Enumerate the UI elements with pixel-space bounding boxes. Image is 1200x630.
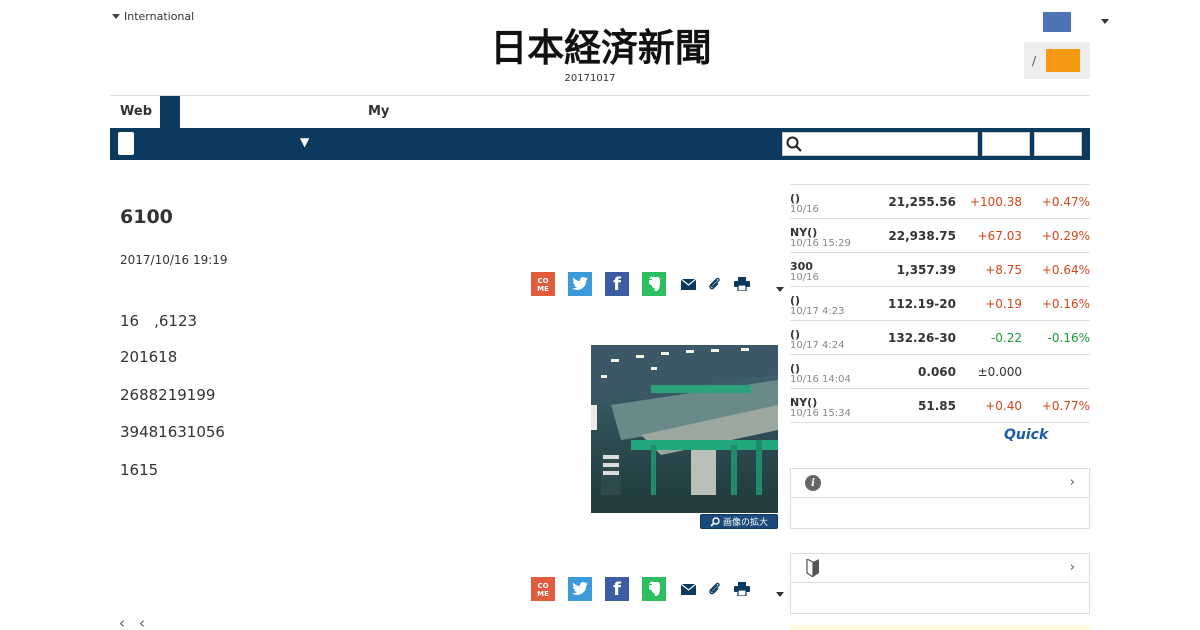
article-date: 2017/10/16 19:19 bbox=[120, 253, 228, 267]
market-change: +0.40 bbox=[985, 399, 1022, 413]
mail-icon[interactable] bbox=[679, 580, 697, 598]
edition-selector[interactable]: International bbox=[112, 10, 194, 23]
market-value: 21,255.56 bbox=[888, 195, 956, 209]
evernote-icon[interactable] bbox=[642, 272, 666, 296]
zoom-image-button[interactable]: 画像の拡大 bbox=[700, 514, 778, 529]
tab-my[interactable]: My bbox=[368, 96, 389, 128]
market-change: +100.38 bbox=[969, 195, 1022, 209]
tab-active-indicator[interactable] bbox=[160, 96, 180, 128]
evernote-icon[interactable] bbox=[642, 577, 666, 601]
mail-icon[interactable] bbox=[679, 275, 697, 293]
print-icon[interactable] bbox=[733, 580, 751, 598]
facebook-icon[interactable]: f bbox=[605, 272, 629, 296]
header-divider bbox=[110, 95, 1090, 96]
come-icon[interactable]: CO ME bbox=[531, 577, 555, 601]
article-paragraph: 16 ,6123 bbox=[120, 312, 198, 330]
market-value: 132.26-30 bbox=[888, 331, 956, 345]
market-time: 10/16 15:34 bbox=[790, 408, 851, 419]
search-submit-button[interactable] bbox=[982, 132, 1030, 156]
market-row[interactable]: NY() 10/16 15:34 51.85 +0.40 +0.77% bbox=[790, 389, 1090, 423]
info-panel-header[interactable]: i › bbox=[791, 469, 1089, 498]
market-change: +67.03 bbox=[977, 229, 1022, 243]
beginner-panel: › bbox=[790, 553, 1090, 614]
article-paragraph: 201618 bbox=[120, 348, 178, 366]
article-photo-factory[interactable] bbox=[591, 345, 778, 513]
market-row[interactable]: NY() 10/16 15:29 22,938.75 +67.03 +0.29% bbox=[790, 219, 1090, 253]
market-row[interactable]: () 10/16 21,255.56 +100.38 +0.47% bbox=[790, 185, 1090, 219]
clip-icon[interactable] bbox=[706, 580, 724, 598]
search-option-button[interactable] bbox=[1034, 132, 1082, 156]
twitter-icon[interactable] bbox=[568, 272, 592, 296]
market-percent: +0.77% bbox=[1041, 399, 1090, 413]
beginner-mark-icon bbox=[806, 559, 819, 577]
market-row[interactable]: 300 10/16 1,357.39 +8.75 +0.64% bbox=[790, 253, 1090, 287]
market-value: 0.060 bbox=[918, 365, 956, 379]
come-icon[interactable]: CO ME bbox=[531, 272, 555, 296]
market-data-table: () 10/16 21,255.56 +100.38 +0.47% NY() 1… bbox=[790, 184, 1090, 423]
market-time: 10/17 4:24 bbox=[790, 340, 845, 351]
market-row[interactable]: () 10/16 14:04 0.060 ±0.000 bbox=[790, 355, 1090, 389]
market-change: +8.75 bbox=[985, 263, 1022, 277]
site-logo[interactable]: 日本経済新聞 bbox=[460, 28, 741, 68]
edition-label: International bbox=[124, 10, 195, 23]
market-change: ±0.000 bbox=[977, 365, 1022, 379]
share-toolbar-bottom: CO ME f bbox=[531, 577, 784, 601]
market-row[interactable]: () 10/17 4:23 112.19-20 +0.19 +0.16% bbox=[790, 287, 1090, 321]
market-change: -0.22 bbox=[990, 331, 1022, 345]
share-more-caret-icon[interactable] bbox=[776, 286, 784, 292]
market-time: 10/16 15:29 bbox=[790, 238, 851, 249]
search-icon[interactable] bbox=[786, 136, 802, 152]
twitter-icon[interactable] bbox=[568, 577, 592, 601]
first-page-icon[interactable]: ‹ bbox=[139, 614, 145, 630]
chevron-right-icon[interactable]: › bbox=[1070, 475, 1075, 490]
magnifier-icon bbox=[710, 516, 720, 527]
user-avatar-button[interactable] bbox=[1043, 12, 1071, 32]
main-nav-bar: ▼ bbox=[110, 128, 1090, 160]
article-paragraph: 1615 bbox=[120, 461, 159, 479]
zoom-image-label: 画像の拡大 bbox=[722, 518, 768, 528]
ad-strip bbox=[790, 625, 1090, 630]
article-pager: ‹ ‹ bbox=[119, 614, 145, 630]
market-percent: +0.29% bbox=[1041, 229, 1090, 243]
market-percent: +0.47% bbox=[1041, 195, 1090, 209]
prev-page-icon[interactable]: ‹ bbox=[119, 614, 125, 630]
login-separator: / bbox=[1032, 53, 1037, 68]
tab-web[interactable]: Web bbox=[110, 96, 160, 128]
market-row[interactable]: () 10/17 4:24 132.26-30 -0.22 -0.16% bbox=[790, 321, 1090, 355]
market-change: +0.19 bbox=[985, 297, 1022, 311]
facebook-icon[interactable]: f bbox=[605, 577, 629, 601]
market-percent: +0.64% bbox=[1041, 263, 1090, 277]
nav-home-button[interactable] bbox=[118, 132, 134, 155]
share-toolbar-top: CO ME f bbox=[531, 272, 784, 296]
share-more-caret-icon[interactable] bbox=[776, 591, 784, 597]
chevron-right-icon[interactable]: › bbox=[1070, 560, 1075, 575]
market-time: 10/16 14:04 bbox=[790, 374, 851, 385]
market-value: 51.85 bbox=[918, 399, 956, 413]
beginner-panel-header[interactable]: › bbox=[791, 554, 1089, 583]
market-percent: +0.16% bbox=[1041, 297, 1090, 311]
info-icon: i bbox=[805, 475, 821, 491]
market-time: 10/16 bbox=[790, 204, 819, 215]
clip-icon[interactable] bbox=[706, 275, 724, 293]
caret-down-icon bbox=[112, 14, 120, 19]
market-value: 112.19-20 bbox=[888, 297, 956, 311]
market-time: 10/17 4:23 bbox=[790, 306, 845, 317]
login-button[interactable] bbox=[1046, 49, 1081, 72]
article-headline: 6100 bbox=[120, 206, 173, 228]
login-area: / bbox=[1024, 42, 1090, 79]
nav-dropdown-icon[interactable]: ▼ bbox=[300, 135, 309, 149]
market-percent: -0.16% bbox=[1047, 331, 1090, 345]
article-paragraph: 2688219199 bbox=[120, 386, 216, 404]
header-date: 20171017 bbox=[564, 73, 616, 84]
article-paragraph: 39481631056 bbox=[120, 423, 225, 441]
quick-logo[interactable]: Quick bbox=[1004, 427, 1048, 443]
print-icon[interactable] bbox=[733, 275, 751, 293]
info-panel: i › bbox=[790, 468, 1090, 529]
user-menu-caret-icon[interactable] bbox=[1101, 19, 1109, 24]
market-value: 1,357.39 bbox=[896, 263, 956, 277]
search-input[interactable] bbox=[782, 132, 978, 156]
market-value: 22,938.75 bbox=[888, 229, 956, 243]
market-time: 10/16 bbox=[790, 272, 819, 283]
